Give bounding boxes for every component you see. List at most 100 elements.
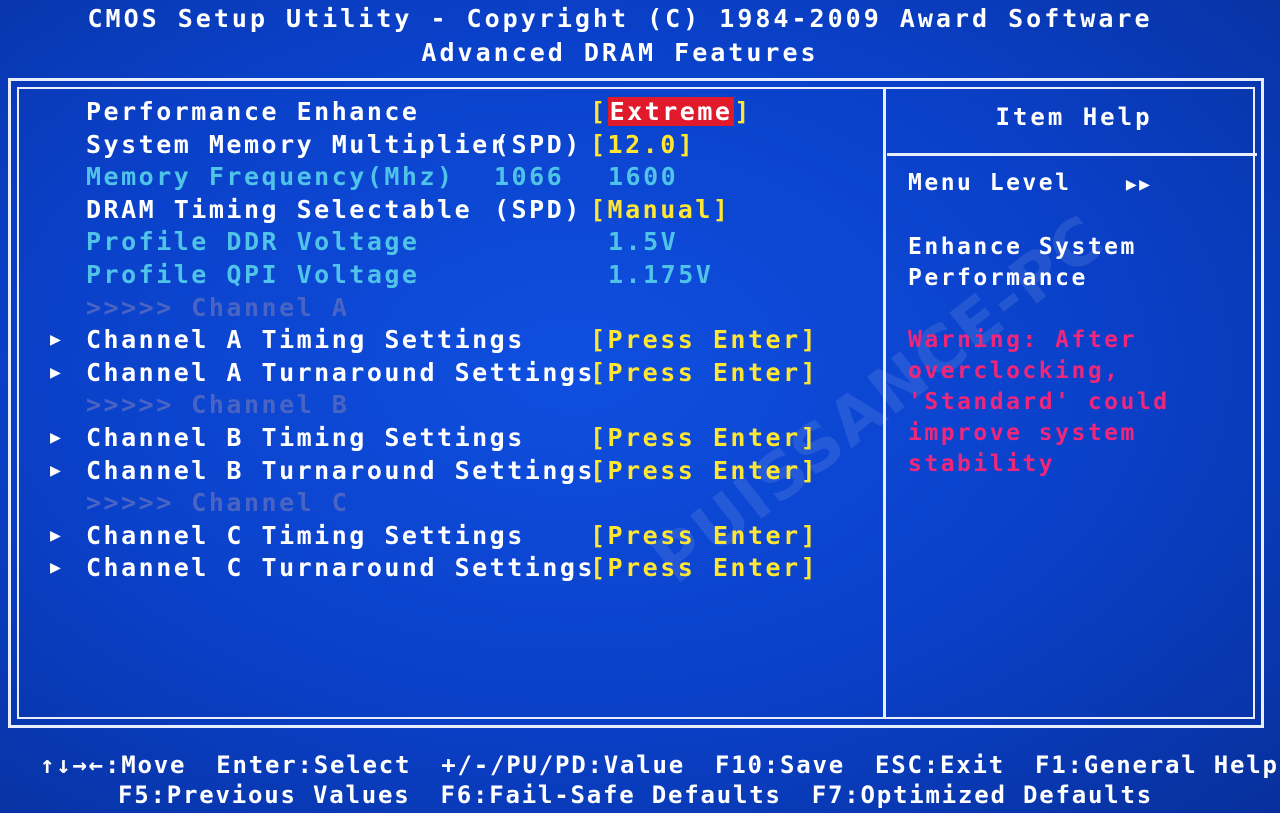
menu-item-extra: (SPD): [494, 194, 582, 224]
key-legend-line-2: F5:Previous Values F6:Fail-Safe Defaults F…: [118, 780, 1183, 811]
menu-item-label: DRAM Timing Selectable: [86, 194, 473, 224]
help-warning-line: stability: [908, 451, 1056, 477]
menu-item-label: Channel B Turnaround Settings: [86, 455, 595, 485]
menu-item-label: Channel A Turnaround Settings: [86, 357, 595, 387]
help-warning: Warning: After overclocking, 'Standard' co…: [908, 325, 1170, 480]
menu-item-label: >>>>> Channel A: [86, 292, 350, 322]
submenu-arrow-icon: ▶: [50, 524, 64, 546]
menu-item-label: Performance Enhance: [86, 97, 420, 126]
value-bracket-close: ]: [734, 97, 752, 126]
help-warning-line: Warning: After: [908, 327, 1137, 353]
menu-item-value[interactable]: [Press Enter]: [590, 455, 818, 488]
menu-item[interactable]: ▶ Channel B Timing Settings [Press Enter]: [40, 422, 840, 455]
menu-item-label: >>>>> Channel B: [86, 390, 350, 420]
menu-item-label: System Memory Multiplier: [86, 129, 508, 159]
menu-item-value[interactable]: [Press Enter]: [590, 552, 818, 585]
menu-item-value[interactable]: [Extreme]: [590, 96, 752, 129]
menu-item-label: Profile DDR Voltage: [86, 227, 420, 257]
menu-item-extra: (SPD): [494, 129, 582, 159]
menu-item: Profile QPI Voltage 1.175V: [40, 259, 840, 292]
key-hint: +/-/PU/PD:Value: [441, 751, 685, 779]
key-hint: F10:Save: [715, 751, 845, 779]
menu-item-value[interactable]: [Manual]: [590, 194, 730, 227]
key-hint: Enter:Select: [216, 751, 411, 779]
key-hint: F1:General Help: [1035, 751, 1279, 779]
menu-item-extra: 1066: [494, 162, 565, 192]
menu-item-value[interactable]: [Press Enter]: [590, 422, 818, 455]
key-hint-key: ESC: [875, 751, 924, 779]
menu-item-value[interactable]: [Press Enter]: [590, 357, 818, 390]
menu-item-label: Channel C Turnaround Settings: [86, 553, 595, 583]
key-hint-key: F5: [118, 781, 151, 809]
menu-item[interactable]: ▶ Channel A Timing Settings [Press Enter]: [40, 324, 840, 357]
help-description-line: Performance: [908, 265, 1088, 291]
menu-item[interactable]: ▶ Channel A Turnaround Settings [Press Ent…: [40, 357, 840, 390]
menu-item[interactable]: ▶ Channel B Turnaround Settings [Press Ent…: [40, 455, 840, 488]
key-hint-key: Enter: [216, 751, 298, 779]
key-hint-key: F1: [1035, 751, 1068, 779]
key-hint-action: :Previous Values: [150, 781, 411, 809]
help-warning-line: improve system: [908, 420, 1137, 446]
key-hint-action: :Value: [587, 751, 685, 779]
key-hint-action: :Fail-Safe Defaults: [473, 781, 782, 809]
key-hint: ESC:Exit: [875, 751, 1005, 779]
submenu-arrow-icon: ▶: [50, 557, 64, 579]
key-hint-key: F6: [440, 781, 473, 809]
key-hint: F5:Previous Values: [118, 781, 411, 809]
key-hint-key: +/-/PU/PD: [441, 751, 588, 779]
page-title: Advanced DRAM Features: [421, 38, 819, 67]
settings-menu: Performance Enhance [Extreme] System Memor…: [40, 96, 840, 585]
key-hint-action: :Select: [297, 751, 412, 779]
menu-item[interactable]: ▶ Channel C Timing Settings [Press Enter]: [40, 520, 840, 553]
menu-item-value[interactable]: [Press Enter]: [590, 324, 818, 357]
menu-level: Menu Level ▶▶: [908, 168, 1153, 200]
submenu-arrow-icon: ▶: [50, 426, 64, 448]
menu-item-label: Channel C Timing Settings: [86, 520, 525, 550]
help-title-separator: [887, 153, 1257, 156]
key-hint: ↑↓→←:Move: [40, 751, 186, 779]
key-hint: F6:Fail-Safe Defaults: [441, 781, 782, 809]
submenu-arrow-icon: ▶: [50, 459, 64, 481]
menu-item: Profile DDR Voltage 1.5V: [40, 226, 840, 259]
double-arrow-icon: ▶▶: [1125, 174, 1153, 195]
key-hint-action: :Move: [105, 751, 187, 779]
menu-item: >>>>> Channel A: [40, 292, 840, 325]
menu-item: Memory Frequency(Mhz) 1066 1600: [40, 161, 840, 194]
help-description-line: Enhance System: [908, 234, 1137, 260]
help-description: Enhance System Performance: [908, 232, 1137, 294]
key-hint-key: ↑↓→←: [40, 751, 105, 779]
key-hint-key: F10: [715, 751, 764, 779]
header: CMOS Setup Utility - Copyright (C) 1984-…: [0, 2, 1240, 70]
menu-item-label: Profile QPI Voltage: [86, 259, 420, 289]
key-hint-key: F7: [811, 781, 845, 809]
menu-item[interactable]: Performance Enhance [Extreme]: [40, 96, 840, 129]
key-hint-action: :Save: [763, 751, 845, 779]
menu-item-value: 1.5V: [608, 227, 679, 257]
menu-item-label: >>>>> Channel C: [86, 488, 350, 518]
key-hint-action: :Optimized Defaults: [844, 781, 1153, 809]
menu-item-value[interactable]: [Press Enter]: [590, 520, 818, 553]
help-title: Item Help: [995, 103, 1153, 131]
menu-item-label: Memory Frequency(Mhz): [86, 162, 455, 192]
menu-item[interactable]: ▶ Channel C Turnaround Settings [Press Ent…: [40, 552, 840, 585]
menu-item-value[interactable]: [12.0]: [590, 129, 695, 162]
menu-item-label: Channel A Timing Settings: [86, 325, 525, 355]
key-hint-action: :General Help: [1067, 751, 1279, 779]
selected-value-highlight[interactable]: Extreme: [607, 97, 735, 126]
menu-item[interactable]: DRAM Timing Selectable (SPD) [Manual]: [40, 194, 840, 227]
menu-item[interactable]: System Memory Multiplier (SPD) [12.0]: [40, 129, 840, 162]
help-warning-line: 'Standard' could: [908, 389, 1170, 415]
submenu-arrow-icon: ▶: [50, 361, 64, 383]
key-hint: F7:Optimized Defaults: [812, 781, 1153, 809]
submenu-arrow-icon: ▶: [50, 329, 64, 351]
help-warning-line: overclocking,: [908, 358, 1121, 384]
help-panel-divider: [883, 87, 886, 719]
menu-level-label: Menu Level: [908, 170, 1072, 196]
menu-item: >>>>> Channel C: [40, 487, 840, 520]
menu-item: >>>>> Channel B: [40, 389, 840, 422]
key-legend-line-1: ↑↓→←:Move Enter:Select +/-/PU/PD:Value F10:…: [40, 750, 1280, 781]
value-bracket-open: [: [590, 97, 608, 126]
header-title: CMOS Setup Utility - Copyright (C) 1984-…: [87, 4, 1153, 33]
key-hint-action: :Exit: [923, 751, 1005, 779]
menu-item-value: 1600: [608, 162, 679, 192]
